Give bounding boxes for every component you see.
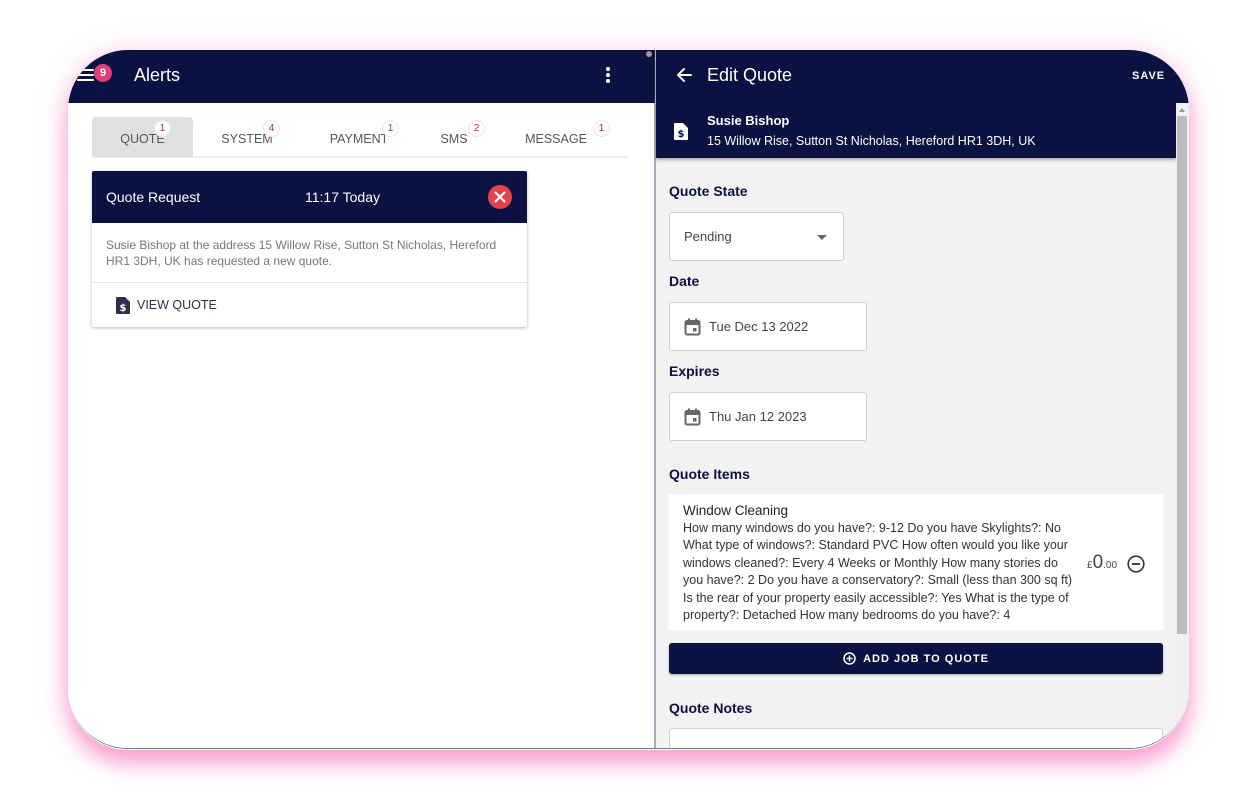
calendar-icon: [684, 318, 701, 335]
scroll-up-arrow-icon[interactable]: [1179, 108, 1185, 112]
add-job-to-quote-button[interactable]: ADD JOB TO QUOTE: [669, 643, 1163, 674]
scrollbar-thumb[interactable]: [1177, 116, 1187, 634]
tab-quote[interactable]: QUOTE 1: [92, 117, 193, 157]
quote-state-select[interactable]: Pending: [669, 212, 844, 261]
customer-address: 15 Willow Rise, Sutton St Nicholas, Here…: [707, 134, 1036, 148]
tab-sms[interactable]: SMS 2: [417, 117, 491, 157]
tab-label: PAYMENT: [329, 132, 389, 146]
quote-item-title: Window Cleaning: [683, 503, 789, 518]
alert-title: Quote Request: [106, 189, 201, 205]
date-picker[interactable]: Tue Dec 13 2022: [669, 302, 867, 351]
tab-count: 1: [593, 120, 610, 137]
back-arrow-icon[interactable]: [676, 67, 692, 83]
invoice-icon: $: [116, 296, 130, 314]
expires-picker[interactable]: Thu Jan 12 2023: [669, 392, 867, 441]
customer-header: $ Susie Bishop 15 Willow Rise, Sutton St…: [656, 103, 1176, 158]
expires-value: Thu Jan 12 2023: [709, 409, 807, 424]
quote-item-price: £0.00: [1087, 552, 1117, 574]
calendar-icon: [684, 408, 701, 425]
price-whole: 0: [1092, 552, 1104, 573]
edit-quote-pane: Edit Quote SAVE $ Susie Bishop 15 Willow…: [656, 50, 1189, 748]
expires-label: Expires: [669, 363, 720, 379]
menu-badge: 9: [94, 64, 112, 82]
remove-circle-icon[interactable]: [1127, 555, 1145, 573]
svg-text:$: $: [678, 129, 685, 140]
quote-notes-label: Quote Notes: [669, 700, 753, 716]
tab-label: SMS: [440, 132, 468, 146]
add-job-label: ADD JOB TO QUOTE: [863, 652, 989, 665]
view-quote-label: VIEW QUOTE: [137, 298, 217, 312]
dismiss-alert-button[interactable]: [488, 185, 512, 209]
dropdown-caret-icon: [817, 235, 827, 240]
alert-tabs: QUOTE 1 SYSTEM 4 PAYMENT 1 SMS 2 MESSAGE…: [92, 117, 628, 158]
add-circle-icon: [843, 652, 856, 665]
save-button[interactable]: SAVE: [1132, 70, 1165, 82]
more-vert-icon[interactable]: [605, 67, 611, 85]
svg-text:$: $: [120, 303, 127, 314]
view-quote-button[interactable]: $ VIEW QUOTE: [92, 283, 527, 327]
device-frame: 9 Alerts QUOTE 1 SYSTEM 4 PAYMENT 1 SMS …: [68, 50, 1189, 749]
scrollbar[interactable]: [1176, 103, 1189, 748]
invoice-icon: $: [674, 123, 688, 140]
date-label: Date: [669, 273, 700, 289]
menu-icon[interactable]: [77, 69, 94, 83]
quote-notes-input[interactable]: [669, 728, 1163, 748]
alerts-app-bar: 9 Alerts: [68, 50, 655, 103]
tab-payment[interactable]: PAYMENT 1: [301, 117, 417, 157]
customer-name: Susie Bishop: [707, 113, 790, 128]
alerts-pane: 9 Alerts QUOTE 1 SYSTEM 4 PAYMENT 1 SMS …: [68, 50, 655, 748]
tab-label: MESSAGE: [525, 132, 587, 146]
quote-state-value: Pending: [684, 229, 732, 244]
alert-time: 11:17 Today: [305, 189, 380, 205]
alert-card-header: Quote Request 11:17 Today: [92, 171, 527, 223]
quote-item[interactable]: Window Cleaning How many windows do you …: [669, 494, 1163, 630]
edit-quote-app-bar: Edit Quote SAVE: [656, 50, 1189, 103]
tab-count: 4: [263, 120, 280, 137]
quote-state-label: Quote State: [669, 183, 748, 199]
alert-message: Susie Bishop at the address 15 Willow Ri…: [92, 223, 527, 283]
price-cents: .00: [1103, 560, 1118, 571]
close-icon: [494, 191, 506, 203]
page-title: Edit Quote: [707, 65, 793, 85]
quote-items-label: Quote Items: [669, 466, 750, 482]
date-value: Tue Dec 13 2022: [709, 319, 809, 334]
tab-count: 1: [382, 120, 399, 137]
tab-count: 1: [154, 120, 171, 137]
page-title: Alerts: [134, 65, 181, 85]
alert-card: Quote Request 11:17 Today Susie Bishop a…: [92, 171, 527, 327]
quote-item-description: How many windows do you have?: 9-12 Do y…: [683, 521, 1073, 623]
tab-system[interactable]: SYSTEM 4: [193, 117, 301, 157]
tab-count: 2: [468, 120, 485, 137]
tab-message[interactable]: MESSAGE 1: [501, 117, 611, 157]
split-handle[interactable]: [646, 51, 652, 57]
